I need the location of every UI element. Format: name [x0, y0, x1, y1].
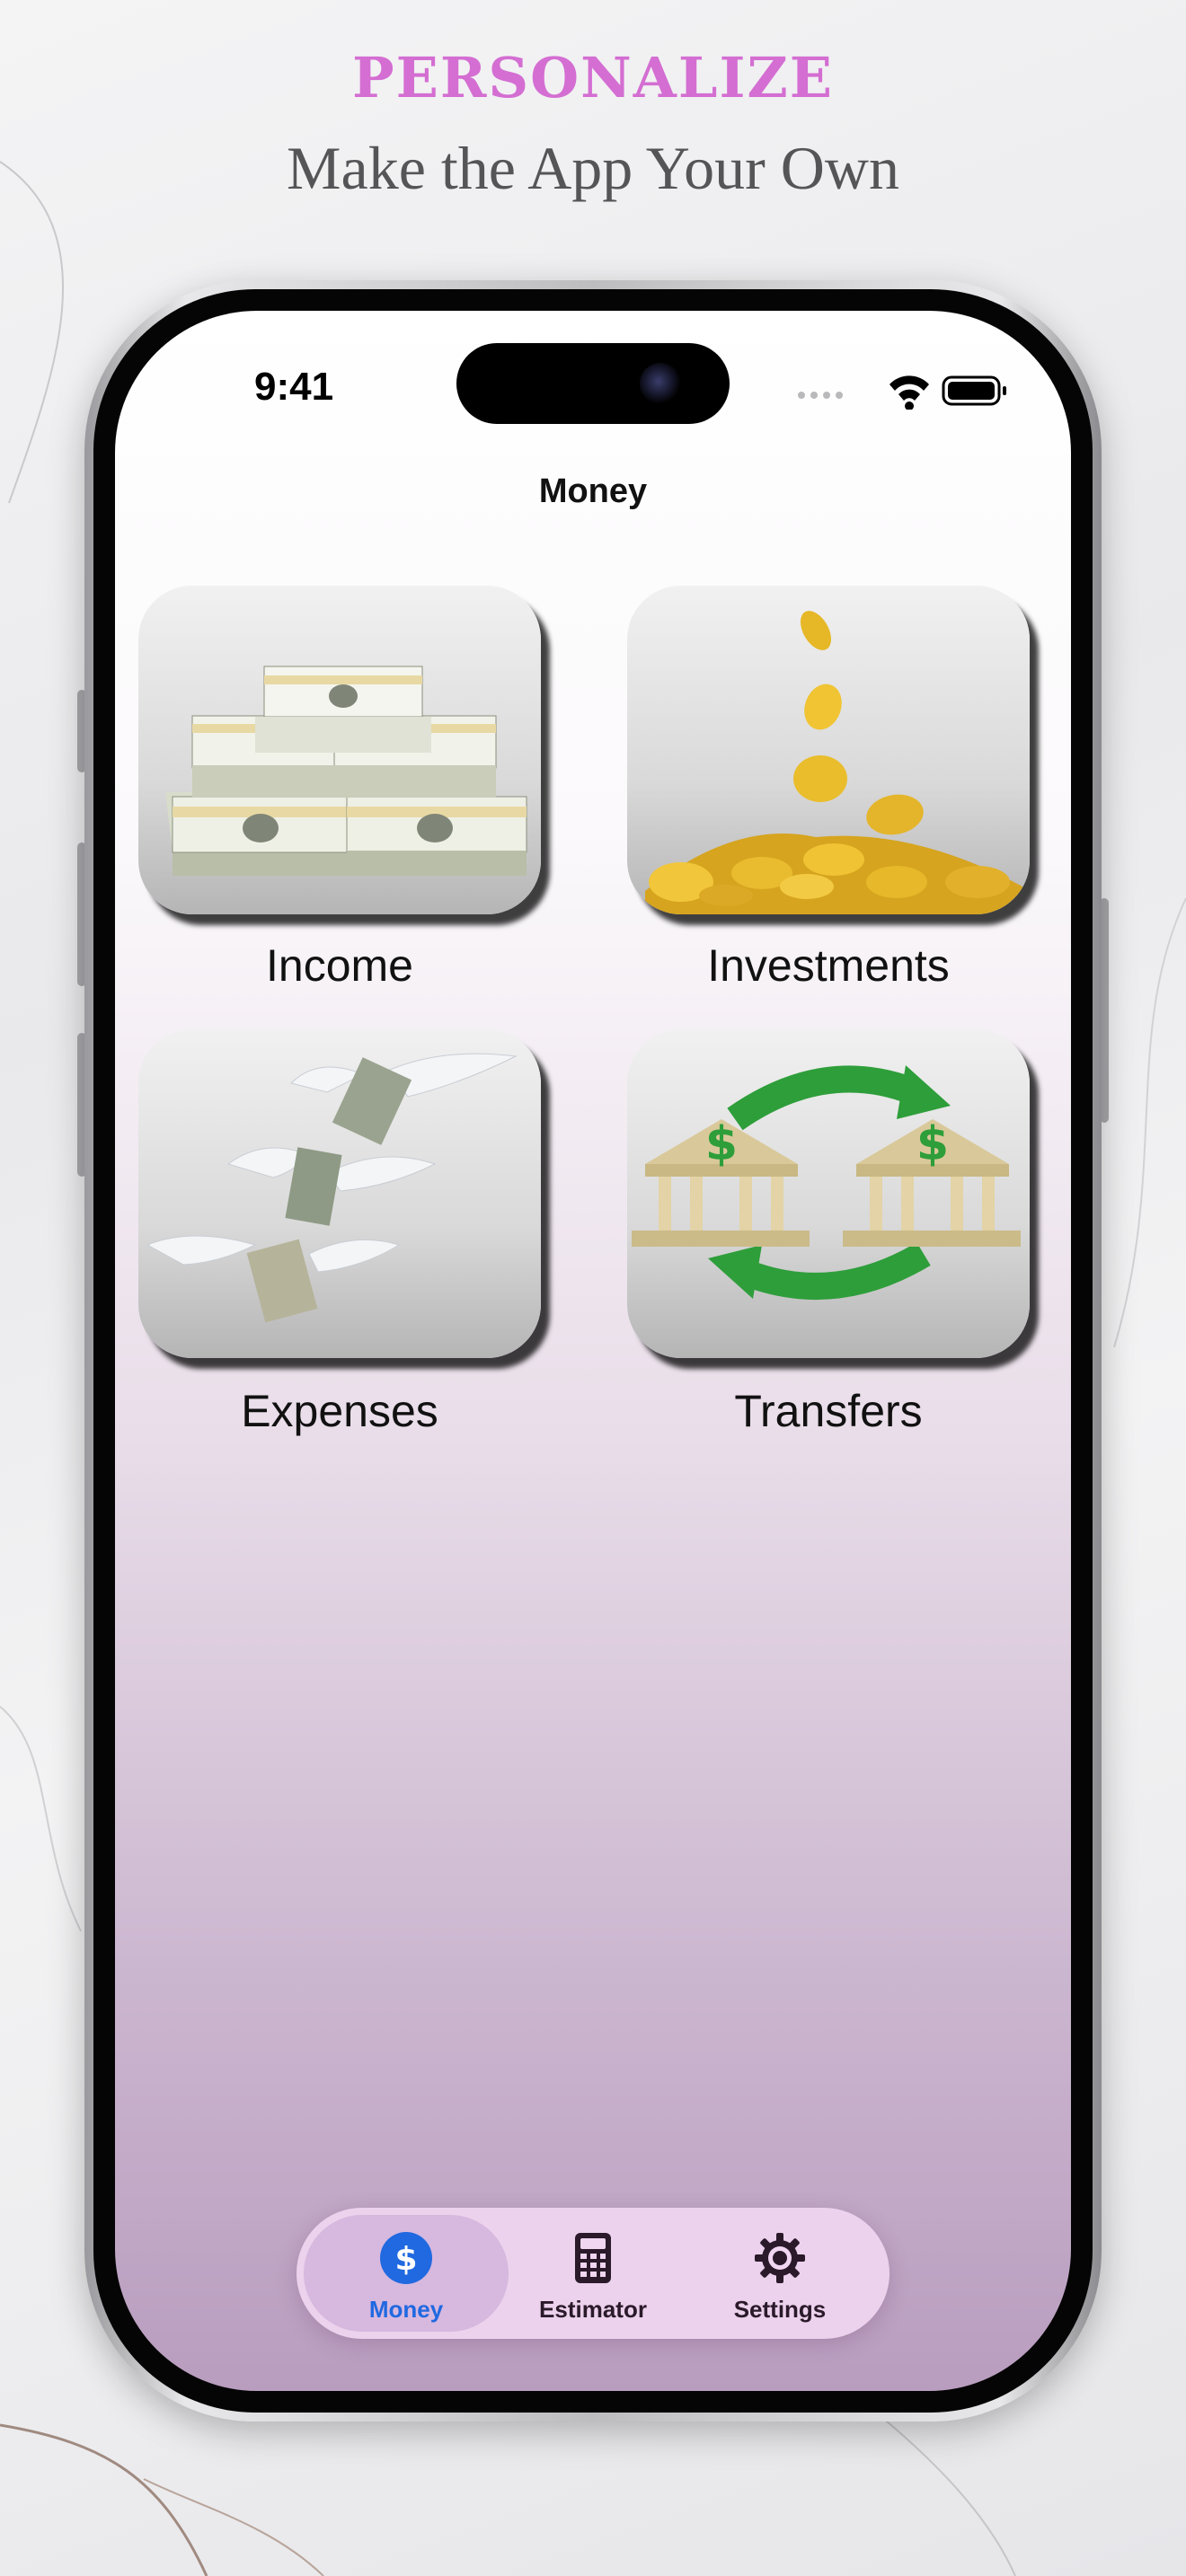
- battery-icon: [942, 375, 1006, 406]
- investments-tile[interactable]: [627, 586, 1030, 914]
- tab-bar: $ Money Estimator Settings: [296, 2208, 890, 2339]
- tab-estimator[interactable]: Estimator: [491, 2215, 695, 2332]
- tab-settings-label: Settings: [733, 2296, 827, 2323]
- income-label: Income: [266, 940, 413, 991]
- wifi-icon: [890, 375, 929, 410]
- bank-transfer-icon: $ $: [632, 1065, 1021, 1300]
- signal-dots-icon: [798, 392, 843, 399]
- money-stacks-icon: [165, 666, 527, 876]
- svg-text:$: $: [705, 1117, 738, 1171]
- svg-text:$: $: [394, 2241, 417, 2278]
- dynamic-island: [456, 343, 730, 424]
- flying-money-icon: [146, 1053, 518, 1323]
- expenses-tile[interactable]: [138, 1029, 541, 1358]
- transfers-label: Transfers: [734, 1386, 923, 1436]
- status-icons: [798, 375, 1006, 410]
- dollar-icon: $: [380, 2232, 432, 2284]
- promo-subheadline: Make the App Your Own: [287, 134, 899, 202]
- tab-money[interactable]: $ Money: [304, 2215, 509, 2332]
- front-camera: [640, 363, 681, 404]
- expenses-label: Expenses: [241, 1386, 438, 1436]
- phone-screen: 9:41 Money Income Investments Expenses $…: [115, 311, 1071, 2391]
- tab-money-label: Money: [368, 2296, 444, 2323]
- calculator-icon: [575, 2233, 611, 2283]
- nav-title: Money: [538, 472, 648, 510]
- svg-text:$: $: [916, 1117, 949, 1171]
- transfers-tile[interactable]: $ $: [627, 1029, 1030, 1358]
- promo-headline: PERSONALIZE: [351, 45, 835, 110]
- investments-label: Investments: [707, 940, 950, 991]
- tab-estimator-label: Estimator: [539, 2296, 647, 2323]
- status-time: 9:41: [254, 365, 334, 409]
- tab-settings[interactable]: Settings: [677, 2215, 882, 2332]
- gear-icon: [755, 2233, 805, 2283]
- income-tile[interactable]: [138, 586, 541, 914]
- gold-coins-icon: [645, 611, 1022, 914]
